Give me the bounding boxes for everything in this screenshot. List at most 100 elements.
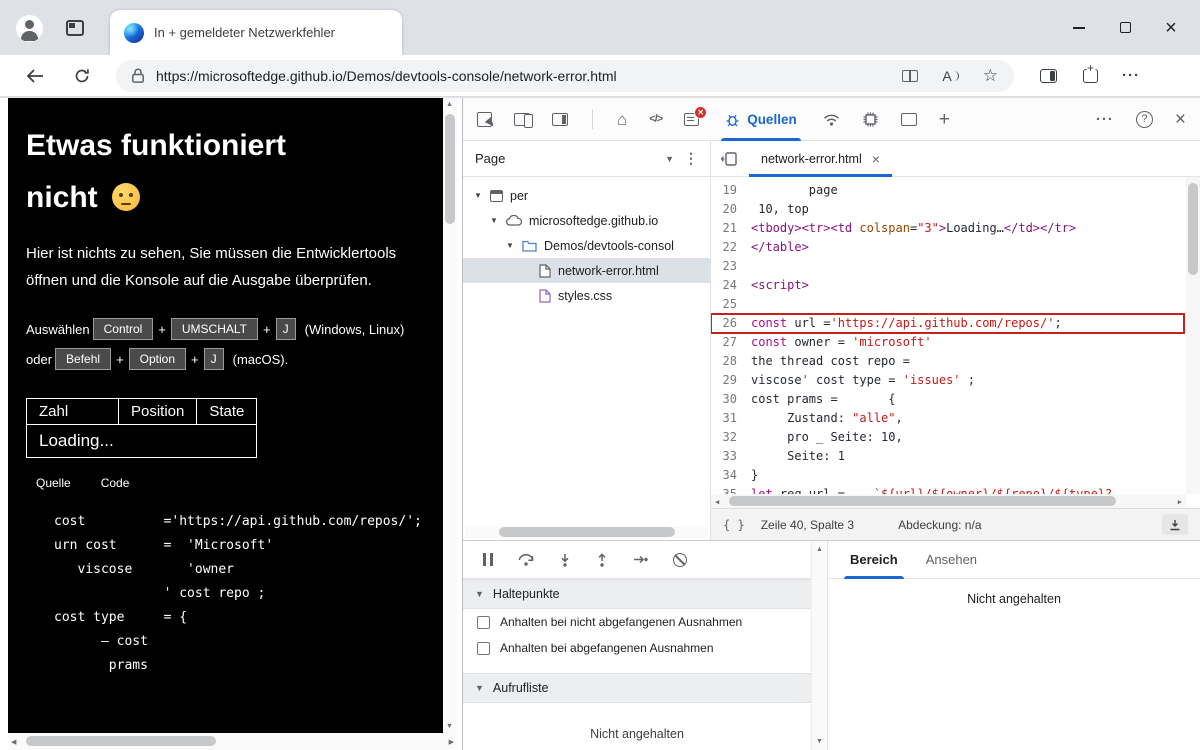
minimize-button[interactable] [1056,8,1102,48]
line-number[interactable]: 33 [711,447,751,466]
browser-tab[interactable]: In + gemeldeter Netzwerkfehler [110,10,402,55]
scroll-down-icon[interactable]: ▼ [816,738,823,745]
scroll-up-icon[interactable]: ▲ [446,101,453,108]
browser-menu-icon[interactable]: ··· [1122,67,1140,84]
navigator-scroll-thumb[interactable] [499,527,675,537]
line-number[interactable]: 27 [711,333,751,352]
code-text[interactable]: Zustand: "alle", [751,409,903,428]
chevron-down-icon[interactable]: ▼ [489,216,499,225]
tab-ansehen[interactable]: Ansehen [912,541,991,579]
split-screen-icon[interactable] [902,70,918,82]
editor-tab[interactable]: network-error.html × [749,141,892,177]
address-bar[interactable]: https://microsoftedge.github.io/Demos/de… [116,60,1014,92]
line-number[interactable]: 31 [711,409,751,428]
inspect-element-icon[interactable] [477,112,492,127]
line-number[interactable]: 23 [711,257,751,276]
line-number[interactable]: 24 [711,276,751,295]
read-aloud-icon[interactable]: A [942,68,958,84]
tab-bereich[interactable]: Bereich [836,541,912,579]
line-number[interactable]: 28 [711,352,751,371]
code-text[interactable]: <script> [751,276,809,295]
debugger-scrollbar[interactable]: ▲ ▼ [811,541,827,750]
page-vertical-scrollbar[interactable]: ▲ ▼ [443,98,457,733]
step-out-icon[interactable] [596,553,608,567]
breakpoints-section-header[interactable]: ▼ Haltepunkte [463,579,811,609]
line-number[interactable]: 25 [711,295,751,314]
scroll-down-icon[interactable]: ▼ [446,723,453,730]
chevron-down-icon[interactable]: ▼ [505,241,515,250]
refresh-button[interactable] [74,68,90,84]
memory-tab-icon[interactable] [901,113,917,126]
line-number[interactable]: 20 [711,200,751,219]
devtools-menu-icon[interactable]: ··· [1096,111,1114,128]
pane-menu-icon[interactable]: ⋮ [684,150,698,167]
line-number[interactable]: 22 [711,238,751,257]
checkbox[interactable] [477,616,490,629]
elements-tab-icon[interactable]: </> [649,113,662,125]
url-text[interactable]: https://microsoftedge.github.io/Demos/de… [156,68,617,84]
scroll-up-icon[interactable]: ▲ [816,546,823,553]
close-tab-icon[interactable]: × [872,151,880,167]
favorite-star-icon[interactable]: ☆ [983,66,998,86]
step-over-icon[interactable] [518,553,534,566]
scroll-left-icon[interactable]: ◀ [11,738,16,746]
editor-hscroll-thumb[interactable] [729,496,1116,506]
maximize-button[interactable] [1102,8,1148,48]
code-text[interactable]: </table> [751,238,809,257]
caught-exceptions-checkbox-row[interactable]: Anhalten bei abgefangenen Ausnahmen [463,635,811,661]
performance-tab-icon[interactable] [862,112,879,127]
tree-item-frame[interactable]: ▼ per [463,183,710,208]
tab-actions-icon[interactable] [66,20,84,36]
pause-script-icon[interactable] [483,553,493,566]
line-number[interactable]: 29 [711,371,751,390]
scroll-right-icon[interactable]: ▶ [1178,498,1182,506]
code-text[interactable]: pro _ Seite: 10, [751,428,903,447]
line-number[interactable]: 19 [711,181,751,200]
code-text[interactable]: const url ='https://api.github.com/repos… [751,314,1062,333]
dock-side-icon[interactable] [552,113,568,126]
help-icon[interactable]: ? [1136,111,1153,128]
close-window-button[interactable]: × [1148,8,1194,48]
console-tab-icon[interactable]: ✕ [684,113,699,126]
page-pane-tab[interactable]: Page [475,151,505,166]
device-emulation-icon[interactable] [514,113,530,126]
tree-item-domain[interactable]: ▼ microsoftedge.github.io [463,208,710,233]
line-number[interactable]: 21 [711,219,751,238]
callstack-section-header[interactable]: ▼ Aufrufliste [463,673,811,703]
sources-tab[interactable]: Quellen [721,98,801,141]
tree-item-html-file[interactable]: network-error.html [463,258,710,283]
step-icon[interactable] [633,554,648,566]
code-text[interactable]: the thread cost repo = [751,352,910,371]
line-number[interactable]: 34 [711,466,751,485]
code-text[interactable]: page [751,181,838,200]
collections-icon[interactable]: + [1083,69,1098,83]
page-horizontal-scrollbar[interactable]: ◀ ▶ [8,733,457,750]
uncaught-exceptions-checkbox-row[interactable]: Anhalten bei nicht abgefangenen Ausnahme… [463,609,811,635]
navigator-horizontal-scrollbar[interactable] [465,526,708,538]
tree-item-folder[interactable]: ▼ Demos/devtools-consol [463,233,710,258]
copilot-sidebar-icon[interactable] [1040,69,1057,83]
code-text[interactable]: const owner = 'microsoft' [751,333,932,352]
lock-icon[interactable] [132,68,144,83]
line-number[interactable]: 30 [711,390,751,409]
code-text[interactable]: viscose' cost type = 'issues' ; [751,371,975,390]
pretty-print-button[interactable]: { } [723,518,745,532]
checkbox[interactable] [477,642,490,655]
chevron-down-icon[interactable]: ▼ [473,191,483,200]
editor-vertical-scrollbar[interactable] [1186,177,1200,494]
back-button[interactable] [26,68,44,84]
scroll-right-icon[interactable]: ▶ [449,738,454,746]
network-tab-icon[interactable] [823,113,840,126]
hide-navigator-icon[interactable] [721,152,737,166]
step-into-icon[interactable] [559,553,571,567]
editor-vscroll-thumb[interactable] [1188,183,1198,275]
code-text[interactable]: <tbody><tr><td colspan="3">Loading…</td>… [751,219,1076,238]
welcome-tab-icon[interactable]: ⌂ [617,111,627,128]
scroll-left-icon[interactable]: ◀ [715,498,719,506]
vertical-scroll-thumb[interactable] [445,114,455,224]
code-text[interactable]: } [751,466,758,485]
line-number[interactable]: 26 [711,314,751,333]
more-tabs-icon[interactable]: + [939,110,950,129]
deactivate-breakpoints-icon[interactable] [673,553,687,567]
editor-horizontal-scrollbar[interactable]: ◀ ▶ [711,494,1186,508]
